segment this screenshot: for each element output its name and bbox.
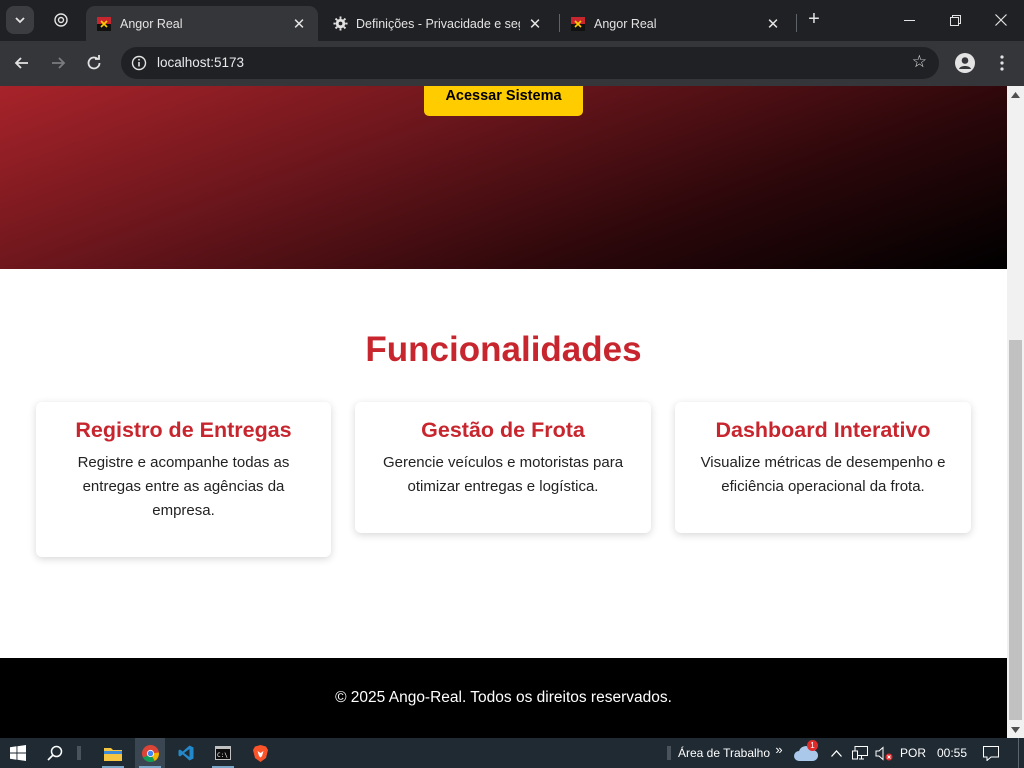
folder-icon xyxy=(104,747,122,761)
network-icon xyxy=(852,746,868,760)
feature-card-title: Gestão de Frota xyxy=(421,418,585,442)
browser-menu-button[interactable] xyxy=(992,51,1012,75)
angor-favicon-icon xyxy=(570,16,586,32)
site-info-icon[interactable] xyxy=(129,53,149,73)
scroll-down-arrow-icon[interactable] xyxy=(1007,721,1024,738)
back-button[interactable] xyxy=(8,49,36,77)
notifications-button[interactable] xyxy=(978,738,1004,768)
address-bar[interactable]: localhost:5173 ☆ xyxy=(121,47,939,79)
tab-settings-privacy[interactable]: Definições - Privacidade e segurança ✕ xyxy=(322,6,554,41)
minimize-icon xyxy=(903,19,915,21)
taskbar-search-button[interactable] xyxy=(40,738,70,768)
page-viewport: Acessar Sistema Funcionalidades Registro… xyxy=(0,86,1007,738)
arrow-left-icon xyxy=(14,57,28,69)
toolbar-grip xyxy=(664,738,674,768)
bookmark-star-icon[interactable]: ☆ xyxy=(912,52,927,72)
windows-start-icon xyxy=(10,745,26,761)
taskbar-brave[interactable] xyxy=(245,738,275,768)
profile-icon xyxy=(955,53,975,73)
show-hidden-icons-button[interactable] xyxy=(826,738,846,768)
arrow-right-icon xyxy=(52,57,66,69)
taskbar-terminal[interactable]: C:\ xyxy=(208,738,238,768)
restore-button[interactable] xyxy=(932,0,978,40)
pinned-tab-chatgpt[interactable] xyxy=(46,6,76,34)
tab-angor-real-active[interactable]: Angor Real ✕ xyxy=(86,6,318,41)
angor-favicon-icon xyxy=(96,16,112,32)
feature-card-description: Gerencie veículos e motoristas para otim… xyxy=(382,454,624,495)
feature-card-title: Dashboard Interativo xyxy=(715,418,931,442)
close-tab-icon[interactable]: ✕ xyxy=(764,15,782,33)
tab-separator xyxy=(796,14,797,32)
chevron-down-icon xyxy=(15,17,25,24)
clock-time: 00:55 xyxy=(936,746,968,760)
reload-button[interactable] xyxy=(80,49,108,77)
url-text: localhost:5173 xyxy=(157,55,245,70)
access-system-button[interactable]: Acessar Sistema xyxy=(424,86,583,116)
tab-title: Angor Real xyxy=(594,16,657,31)
chrome-icon xyxy=(141,744,159,762)
show-desktop-button[interactable] xyxy=(1018,738,1024,768)
features-heading: Funcionalidades xyxy=(365,330,642,369)
desktop-toolbar-label: Área de Trabalho xyxy=(677,746,771,760)
tab-title: Angor Real xyxy=(120,16,183,31)
brave-icon xyxy=(252,744,268,762)
footer-copyright: © 2025 Ango-Real. Todos os direitos rese… xyxy=(335,689,672,706)
feature-card-description: Visualize métricas de desempenho e efici… xyxy=(700,454,946,495)
start-button[interactable] xyxy=(0,738,36,768)
hero-section: Acessar Sistema xyxy=(0,86,1007,269)
volume-status[interactable] xyxy=(873,738,895,768)
reload-icon xyxy=(87,55,101,70)
clock[interactable]: 00:55 xyxy=(932,738,972,768)
toolbar-expand-chevron[interactable]: » xyxy=(772,738,786,768)
taskbar-vscode[interactable] xyxy=(171,738,201,768)
close-icon xyxy=(995,14,1007,26)
feature-card-deliveries: Registro de Entregas Registre e acompanh… xyxy=(36,402,331,557)
close-tab-icon[interactable]: ✕ xyxy=(526,15,544,33)
new-tab-button[interactable]: + xyxy=(803,9,825,31)
vscode-icon xyxy=(178,745,194,761)
windows-taskbar: C:\ Área de Trabalho » 1 POR 00:55 xyxy=(0,738,1024,768)
page-footer: © 2025 Ango-Real. Todos os direitos rese… xyxy=(0,658,1007,738)
input-language[interactable]: POR xyxy=(898,738,928,768)
more-vert-icon xyxy=(1000,55,1004,71)
tab-title: Definições - Privacidade e segurança xyxy=(356,16,520,31)
desktop-toolbar[interactable]: Área de Trabalho xyxy=(676,738,772,768)
vertical-scrollbar[interactable] xyxy=(1007,86,1024,738)
svg-text:C:\: C:\ xyxy=(217,752,228,759)
browser-toolbar: localhost:5173 ☆ xyxy=(0,41,1024,86)
close-window-button[interactable] xyxy=(978,0,1024,40)
close-tab-icon[interactable]: ✕ xyxy=(290,15,308,33)
feature-card-fleet: Gestão de Frota Gerencie veículos e moto… xyxy=(355,402,651,533)
forward-button[interactable] xyxy=(44,49,72,77)
openai-icon xyxy=(54,13,68,27)
chevron-up-icon xyxy=(830,749,842,757)
tab-angor-real-2[interactable]: Angor Real ✕ xyxy=(560,6,792,41)
search-icon xyxy=(47,745,63,761)
feature-card-description: Registre e acompanhe todas as entregas e… xyxy=(77,454,290,519)
language-indicator: POR xyxy=(899,746,926,760)
minimize-button[interactable] xyxy=(886,0,932,40)
volume-muted-icon xyxy=(875,745,893,761)
taskbar-grip xyxy=(74,738,84,768)
tab-strip: Angor Real ✕ Definições - Privacidade e … xyxy=(0,0,1024,41)
restore-icon xyxy=(949,14,961,26)
scrollbar-thumb[interactable] xyxy=(1009,340,1022,720)
scroll-up-arrow-icon[interactable] xyxy=(1007,86,1024,103)
feature-card-dashboard: Dashboard Interativo Visualize métricas … xyxy=(675,402,971,533)
terminal-icon: C:\ xyxy=(215,746,231,760)
tab-search-button[interactable] xyxy=(6,6,34,34)
gear-icon xyxy=(332,16,348,32)
taskbar-file-explorer[interactable] xyxy=(98,738,128,768)
network-status[interactable] xyxy=(849,738,871,768)
taskbar-chrome[interactable] xyxy=(135,738,165,768)
weather-widget[interactable]: 1 xyxy=(790,738,822,768)
notification-icon xyxy=(983,745,999,761)
profile-button[interactable] xyxy=(953,51,977,75)
weather-badge: 1 xyxy=(807,740,818,751)
feature-card-title: Registro de Entregas xyxy=(75,418,292,442)
